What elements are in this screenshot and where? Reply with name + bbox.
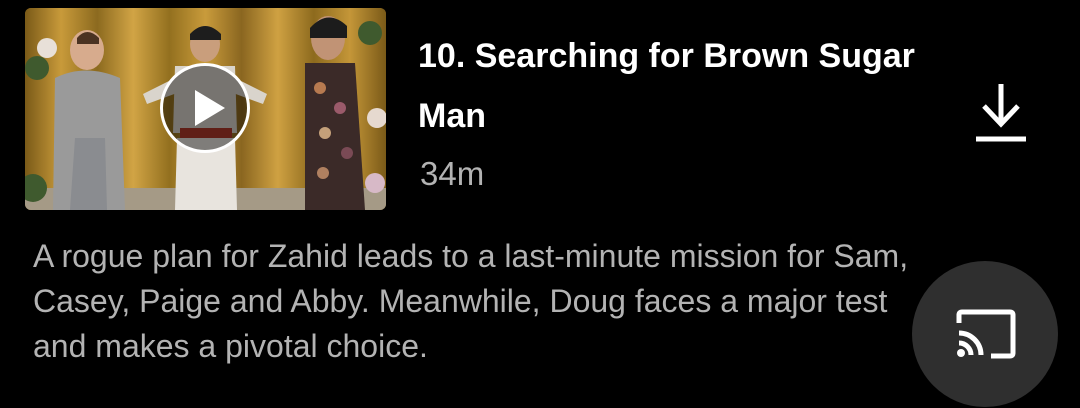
play-icon: [195, 90, 225, 126]
play-button[interactable]: [160, 63, 250, 153]
cast-icon: [956, 309, 1016, 359]
download-icon: [976, 84, 1026, 142]
cast-button[interactable]: [912, 261, 1058, 407]
episode-synopsis: A rogue plan for Zahid leads to a last-m…: [33, 238, 909, 364]
download-button[interactable]: [970, 80, 1032, 146]
episode-duration: 34m: [420, 155, 485, 192]
episode-thumbnail[interactable]: [25, 8, 386, 210]
episode-row: 10. Searching for Brown Sugar Man 34m: [25, 8, 1055, 210]
episode-detail-page: 10. Searching for Brown Sugar Man 34m A …: [0, 0, 1080, 408]
episode-title: 10. Searching for Brown Sugar Man: [418, 37, 915, 135]
